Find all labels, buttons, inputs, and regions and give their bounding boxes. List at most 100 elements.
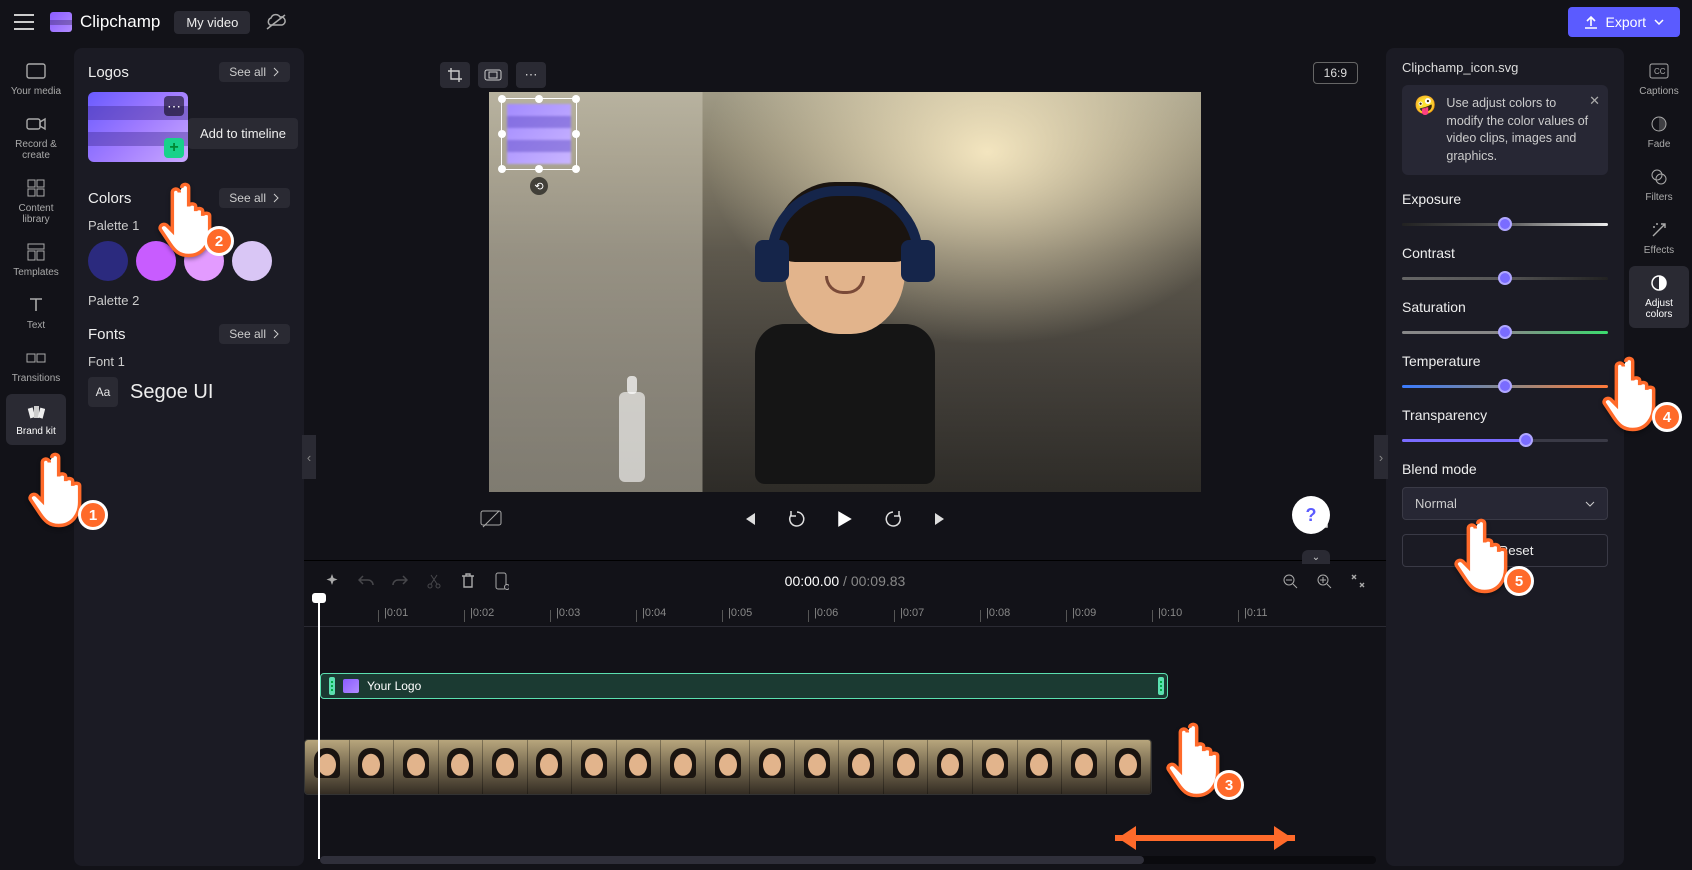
forward-10-icon[interactable] <box>882 508 904 530</box>
see-all-colors[interactable]: See all <box>219 188 290 208</box>
clip-handle-right[interactable] <box>1158 677 1164 695</box>
filters-icon <box>1648 166 1670 188</box>
transitions-icon <box>25 347 47 369</box>
reset-icon <box>1477 544 1491 558</box>
rail-templates[interactable]: Templates <box>6 235 66 286</box>
media-icon <box>25 60 47 82</box>
rail-your-media[interactable]: Your media <box>6 54 66 105</box>
chevron-down-icon <box>1654 19 1664 25</box>
app-brand[interactable]: Clipchamp <box>50 12 160 32</box>
palette-1-label: Palette 1 <box>88 218 290 233</box>
transparency-label: Transparency <box>1402 407 1608 423</box>
clip-handle-left[interactable] <box>329 677 335 695</box>
project-title[interactable]: My video <box>174 11 250 34</box>
timeline-ruler[interactable]: |0:01|0:02|0:03|0:04|0:05|0:06|0:07|0:08… <box>304 601 1386 627</box>
rewind-10-icon[interactable] <box>786 508 808 530</box>
properties-panel: Clipchamp_icon.svg 🤪 Use adjust colors t… <box>1386 48 1624 866</box>
skip-forward-icon[interactable] <box>930 508 952 530</box>
font-preview-icon[interactable]: Aa <box>88 377 118 407</box>
exposure-slider[interactable] <box>1402 217 1608 231</box>
add-to-timeline-tooltip: Add to timeline <box>188 118 298 149</box>
font-1-label: Font 1 <box>88 354 290 369</box>
color-swatch[interactable] <box>136 241 176 281</box>
play-button[interactable] <box>834 508 856 530</box>
exposure-label: Exposure <box>1402 191 1608 207</box>
add-to-timeline-button[interactable]: + <box>164 138 184 158</box>
rail-record-create[interactable]: Record & create <box>6 107 66 169</box>
rail-effects[interactable]: Effects <box>1629 213 1689 264</box>
logo-thumbnail[interactable]: ⋯ + <box>88 92 188 162</box>
reset-button[interactable]: Reset <box>1402 534 1608 567</box>
section-fonts-title: Fonts <box>88 326 126 343</box>
palette-2-label: Palette 2 <box>88 293 290 308</box>
contrast-label: Contrast <box>1402 245 1608 261</box>
transparency-slider[interactable] <box>1402 433 1608 447</box>
app-name: Clipchamp <box>80 12 160 32</box>
captions-toggle-icon[interactable] <box>480 508 502 530</box>
see-all-fonts[interactable]: See all <box>219 324 290 344</box>
selected-filename: Clipchamp_icon.svg <box>1402 60 1608 75</box>
svg-text:CC: CC <box>1654 67 1666 76</box>
blend-mode-select[interactable]: Normal <box>1402 487 1608 520</box>
cloud-sync-off-icon[interactable] <box>264 10 288 34</box>
hamburger-menu-icon[interactable] <box>12 10 36 34</box>
rail-fade[interactable]: Fade <box>1629 107 1689 158</box>
close-tip-icon[interactable]: ✕ <box>1589 93 1600 109</box>
annotation-double-arrow <box>1100 818 1310 861</box>
fit-icon[interactable] <box>478 62 508 88</box>
video-clip[interactable] <box>304 739 1152 795</box>
logo-more-icon[interactable]: ⋯ <box>164 96 184 116</box>
rail-content-library[interactable]: Content library <box>6 171 66 233</box>
zoom-fit-icon[interactable] <box>1348 571 1368 591</box>
rail-text[interactable]: Text <box>6 288 66 339</box>
contrast-slider[interactable] <box>1402 271 1608 285</box>
clipchamp-logo-icon <box>50 12 72 32</box>
zoom-in-icon[interactable] <box>1314 571 1334 591</box>
split-icon[interactable] <box>424 571 444 591</box>
tip-callout: 🤪 Use adjust colors to modify the color … <box>1402 85 1608 175</box>
video-preview[interactable]: ⟲ <box>489 92 1201 492</box>
color-swatch[interactable] <box>184 241 224 281</box>
top-bar: Clipchamp My video Export <box>0 0 1692 44</box>
rail-transitions[interactable]: Transitions <box>6 341 66 392</box>
more-options-icon[interactable]: ⋯ <box>516 62 546 88</box>
rotate-handle-icon[interactable]: ⟲ <box>530 177 548 195</box>
logo-clip[interactable]: Your Logo <box>320 673 1168 699</box>
font-name: Segoe UI <box>130 381 213 404</box>
selection-handles[interactable]: ⟲ <box>501 98 577 170</box>
color-swatch[interactable] <box>232 241 272 281</box>
timeline-timecode: 00:00.00 / 00:09.83 <box>785 573 906 589</box>
templates-icon <box>25 241 47 263</box>
see-all-logos[interactable]: See all <box>219 62 290 82</box>
auto-compose-icon[interactable] <box>322 571 342 591</box>
saturation-label: Saturation <box>1402 299 1608 315</box>
rail-adjust-colors[interactable]: Adjust colors <box>1629 266 1689 328</box>
rail-brand-kit[interactable]: Brand kit <box>6 394 66 445</box>
saturation-slider[interactable] <box>1402 325 1608 339</box>
tip-emoji-icon: 🤪 <box>1414 95 1436 165</box>
help-button[interactable]: ? <box>1292 496 1330 534</box>
chevron-down-icon <box>1585 501 1595 507</box>
text-icon <box>25 294 47 316</box>
crop-icon[interactable] <box>440 62 470 88</box>
rail-filters[interactable]: Filters <box>1629 160 1689 211</box>
playhead[interactable] <box>318 599 320 859</box>
undo-icon[interactable] <box>356 571 376 591</box>
palette-1-swatches <box>88 241 290 281</box>
export-button[interactable]: Export <box>1568 7 1680 37</box>
skip-back-icon[interactable] <box>738 508 760 530</box>
canvas-area: ⋯ 16:9 <box>304 44 1386 560</box>
aspect-ratio-badge[interactable]: 16:9 <box>1313 62 1358 84</box>
temperature-slider[interactable] <box>1402 379 1608 393</box>
section-logos-title: Logos <box>88 64 129 81</box>
camera-icon <box>25 113 47 135</box>
redo-icon[interactable] <box>390 571 410 591</box>
adjust-colors-icon <box>1648 272 1670 294</box>
delete-icon[interactable] <box>458 571 478 591</box>
color-swatch[interactable] <box>88 241 128 281</box>
library-icon <box>25 177 47 199</box>
export-frame-icon[interactable] <box>492 571 512 591</box>
rail-captions[interactable]: CC Captions <box>1629 54 1689 105</box>
temperature-label: Temperature <box>1402 353 1608 369</box>
zoom-out-icon[interactable] <box>1280 571 1300 591</box>
